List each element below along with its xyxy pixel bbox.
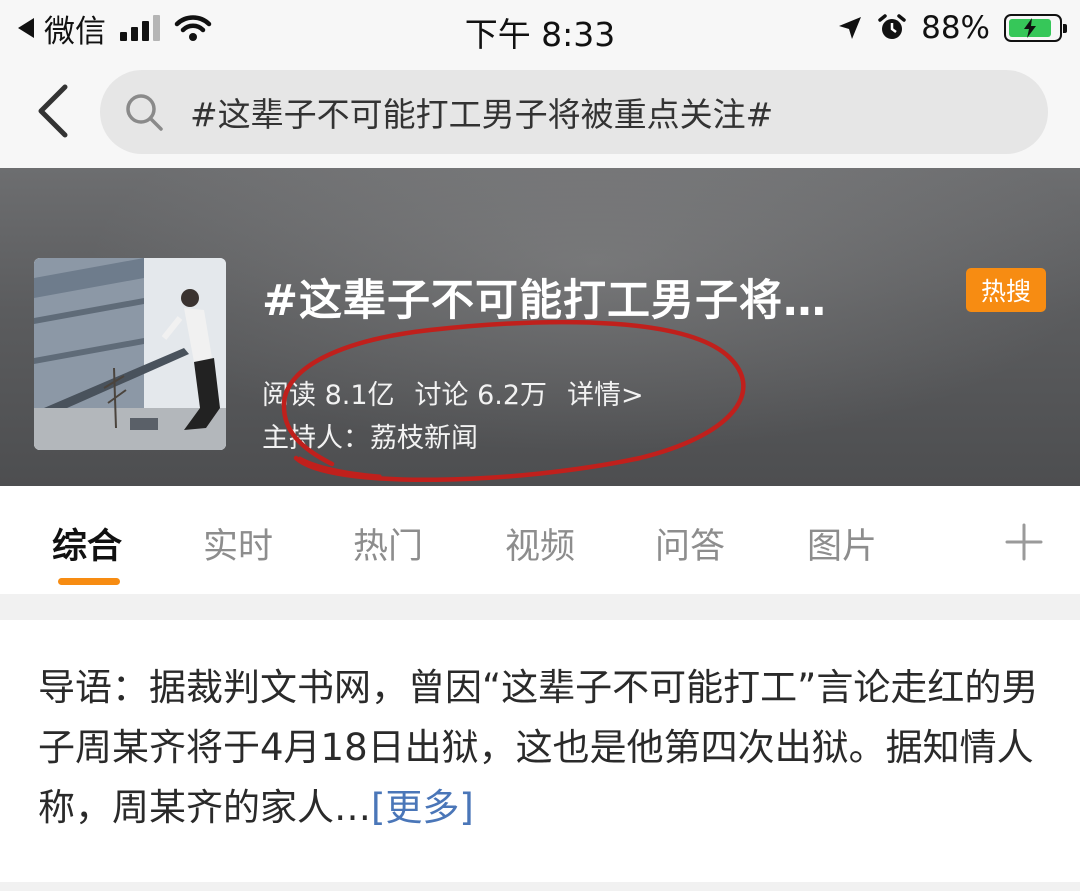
location-arrow-icon [839,17,862,39]
search-query[interactable]: #这辈子不可能打工男子将被重点关注# [190,88,773,136]
read-count: 阅读 8.1亿 [262,380,395,411]
topic-thumbnail-image [34,258,226,450]
search-icon [126,94,163,131]
intro-text: 导语：据裁判文书网，曾因“这辈子不可能打工”言论走红的男子周某齐将于4月18日出… [38,658,1042,838]
battery-level-fill [1009,18,1052,38]
battery-charging-icon [1004,14,1067,42]
add-tab-icon[interactable] [1004,522,1044,562]
discussion-count: 讨论 6.2万 [414,380,548,411]
status-right: 88% [837,6,1067,50]
topic-intro: 导语：据裁判文书网，曾因“这辈子不可能打工”言论走红的男子周某齐将于4月18日出… [0,620,1080,882]
more-link[interactable]: [更多] [371,786,474,829]
alarm-clock-icon [878,14,906,39]
tab-qa[interactable]: 问答 [655,518,725,569]
back-button[interactable] [24,78,80,144]
chevron-left-icon [38,84,68,138]
search-input[interactable]: #这辈子不可能打工男子将被重点关注# [100,70,1048,154]
tab-bar: 综合 实时 热门 视频 问答 图片 [0,486,1080,594]
tab-realtime[interactable]: 实时 [203,518,273,569]
tab-comprehensive[interactable]: 综合 [52,518,122,569]
topic-banner: #这辈子不可能打工男子将… 热搜 阅读 8.1亿 讨论 6.2万 详情> 主持人… [0,168,1080,486]
status-bar: 微信 下午 8:33 88% [0,0,1080,56]
search-header: #这辈子不可能打工男子将被重点关注# [0,56,1080,168]
intro-body: 导语：据裁判文书网，曾因“这辈子不可能打工”言论走红的男子周某齐将于4月18日出… [38,666,1039,829]
hot-search-badge: 热搜 [966,268,1046,312]
topic-host[interactable]: 主持人：荔枝新闻 [262,416,478,455]
tab-video[interactable]: 视频 [505,518,575,569]
battery-percent: 88% [921,10,990,46]
active-tab-indicator [58,578,120,585]
tab-images[interactable]: 图片 [807,518,877,569]
detail-link[interactable]: 详情> [567,373,644,412]
section-divider [0,594,1080,620]
topic-title: #这辈子不可能打工男子将… [262,276,828,326]
tab-hot[interactable]: 热门 [353,518,423,569]
topic-stats: 阅读 8.1亿 讨论 6.2万 详情> [262,373,644,412]
charging-bolt-icon [1024,18,1037,38]
topic-thumbnail[interactable] [34,258,226,450]
